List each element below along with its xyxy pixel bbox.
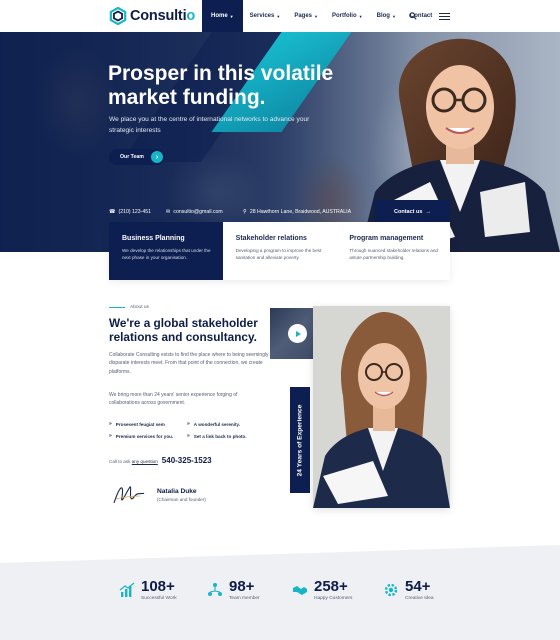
logo-mark-icon <box>109 7 127 25</box>
site-header: Consultio Home ▼ Services ▼ Pages ▼ Portfol… <box>0 0 560 32</box>
stat-label: Happy Customers <box>314 596 353 601</box>
search-icon[interactable] <box>409 12 417 20</box>
experience-badge: 24 Years of Experience <box>290 387 310 493</box>
service-card-title: Stakeholder relations <box>235 235 307 242</box>
hero-subtitle: We place you at the centre of internatio… <box>109 116 310 134</box>
stat-label: Creative Idea <box>405 596 434 601</box>
chevron-down-icon: ▼ <box>358 13 363 19</box>
any-question-link[interactable]: any question <box>132 459 158 464</box>
mail-icon: ✉ <box>166 209 171 215</box>
hero-section: Prosper in this volatile market funding.… <box>0 32 560 252</box>
stat-label: Team member <box>229 596 260 601</box>
signature-image <box>113 486 145 504</box>
arrow-right-icon: › <box>151 151 163 163</box>
hero-email[interactable]: ✉ consultio@gmail.com <box>166 209 223 215</box>
hero-title: Prosper in this volatile market funding. <box>108 62 334 109</box>
handshake-icon <box>293 586 307 595</box>
feature-list: » Prosesent feugiat sem » A wonderful sere… <box>109 421 269 439</box>
services-cards: Business Planning We develop the relatio… <box>109 222 451 280</box>
stat-value: 108+ <box>141 578 175 595</box>
stat-happy-customers: 258+ Happy Customers <box>292 579 352 601</box>
gear-idea-icon <box>384 583 398 597</box>
chevron-down-icon: ▼ <box>276 13 281 19</box>
hero-address: ⚲ 28 Hawthorn Lane, Braidwood, AUSTRALIA <box>243 209 352 215</box>
service-card-business-planning[interactable]: Business Planning We develop the relatio… <box>109 222 223 280</box>
nav-item-portfolio[interactable]: Portfolio ▼ <box>325 0 370 32</box>
double-chevron-icon: » <box>109 421 112 427</box>
hero-phone[interactable]: ☎ (210) 123-451 <box>109 209 151 215</box>
stat-label: Successful Work <box>141 596 177 601</box>
stat-successful-work: 108+ Successful Work <box>119 579 177 601</box>
contact-us-button[interactable]: Contact us → <box>375 200 450 223</box>
founder-name: Natalia Duke <box>157 488 197 495</box>
call-to-ask: Call to ask any question 540-325-1523 <box>109 456 212 465</box>
logo-text: Consultio <box>130 8 196 24</box>
chevron-down-icon: ▼ <box>314 13 318 19</box>
service-card-text: Through nuanced stakeholder relations an… <box>349 248 438 261</box>
about-title: We're a global stakeholder relations and… <box>109 316 258 344</box>
feature-item: » Set a link back to photo. <box>187 433 247 439</box>
service-card-text: Developing a program to improve the best… <box>235 248 322 261</box>
our-team-button[interactable]: Our Team › <box>109 149 165 165</box>
team-network-icon <box>208 583 222 596</box>
about-tag: About us <box>109 305 149 310</box>
main-nav: Home ▼ Services ▼ Pages ▼ Portfolio ▼ Blog ▼ … <box>202 0 439 32</box>
about-paragraph: We bring more than 24 years' senior expe… <box>109 392 238 407</box>
growth-chart-icon <box>119 582 135 597</box>
double-chevron-icon: » <box>187 433 190 439</box>
stat-creative-idea: 54+ Creative Idea <box>383 579 434 601</box>
service-card-title: Program management <box>349 235 424 242</box>
stat-team-member: 98+ Team member <box>207 579 260 601</box>
nav-item-pages[interactable]: Pages ▼ <box>287 0 325 32</box>
double-chevron-icon: » <box>187 421 190 427</box>
stat-value: 258+ <box>314 578 348 595</box>
about-woman-photo <box>313 306 450 508</box>
nav-item-home[interactable]: Home ▼ <box>202 0 243 32</box>
call-phone-number[interactable]: 540-325-1523 <box>162 456 212 465</box>
service-card-text: We develop the relationships that under … <box>122 248 211 261</box>
chevron-down-icon: ▼ <box>229 13 234 19</box>
founder-role: (Chairman and founder) <box>157 497 206 502</box>
arrow-right-icon: → <box>425 208 431 215</box>
about-paragraph: Collaborate Consulting exists to find th… <box>109 352 269 375</box>
menu-icon[interactable] <box>439 13 450 20</box>
play-icon[interactable] <box>288 324 307 343</box>
feature-item: » A wonderful serenity. <box>187 421 240 427</box>
feature-item: » Premium services for you. <box>109 433 174 439</box>
location-pin-icon: ⚲ <box>243 209 247 215</box>
stats-section <box>0 545 560 640</box>
stat-value: 54+ <box>405 578 431 595</box>
double-chevron-icon: » <box>109 433 112 439</box>
nav-item-blog[interactable]: Blog ▼ <box>370 0 403 32</box>
tag-divider <box>109 307 125 308</box>
nav-item-services[interactable]: Services ▼ <box>243 0 288 32</box>
feature-item: » Prosesent feugiat sem <box>109 421 165 427</box>
service-card-title: Business Planning <box>122 235 185 242</box>
logo[interactable]: Consultio <box>109 6 195 26</box>
service-card-stakeholder-relations[interactable]: Stakeholder relations Developing a progr… <box>222 222 337 280</box>
chevron-down-icon: ▼ <box>391 13 396 19</box>
stat-value: 98+ <box>229 578 255 595</box>
service-card-program-management[interactable]: Program management Through nuanced stake… <box>336 222 451 280</box>
phone-icon: ☎ <box>109 209 116 215</box>
